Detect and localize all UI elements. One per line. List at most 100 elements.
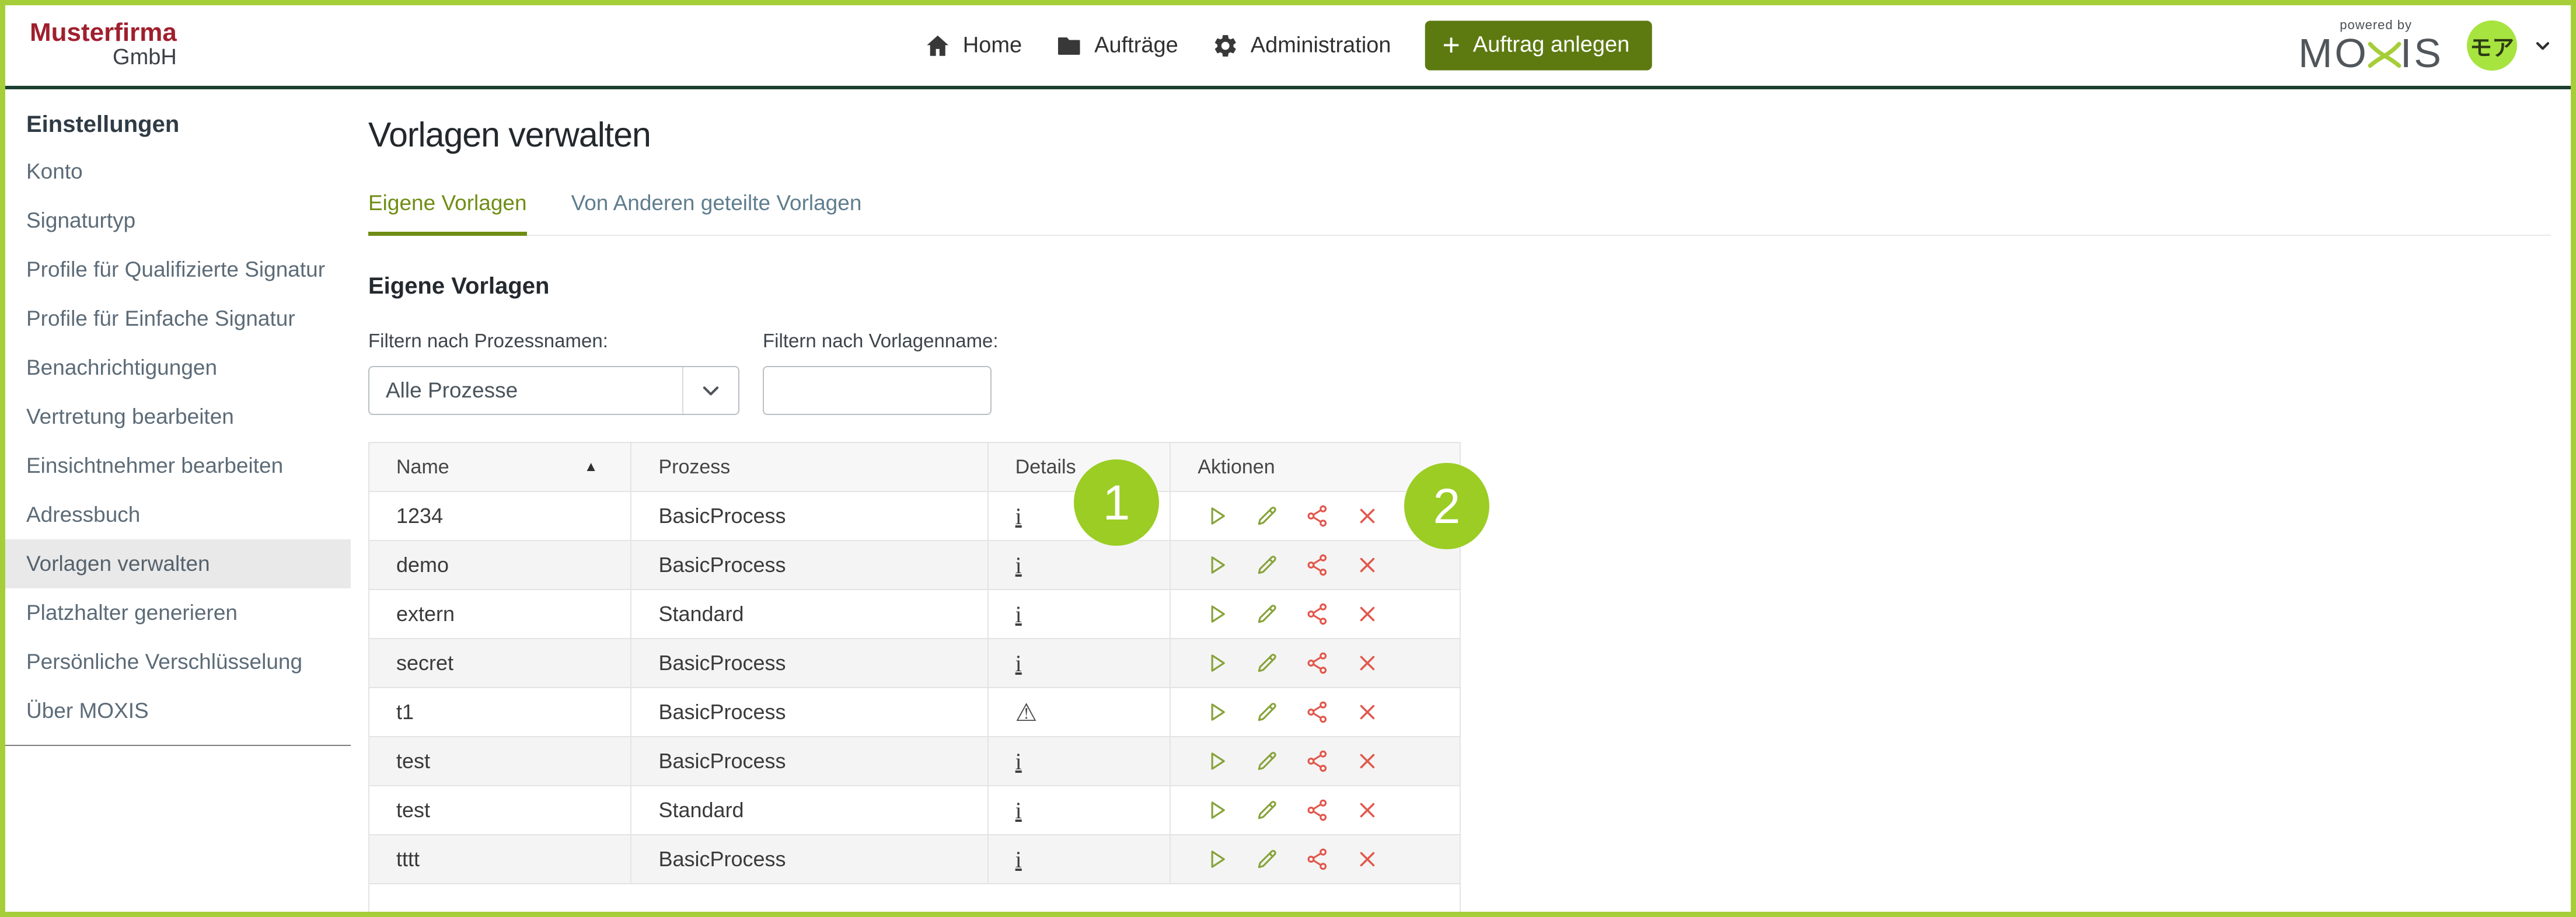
- cell-details: i: [988, 786, 1171, 835]
- share-template-icon[interactable]: [1305, 602, 1329, 626]
- folder-icon: [1056, 32, 1083, 59]
- cell-process: BasicProcess: [631, 639, 987, 688]
- delete-template-icon[interactable]: [1355, 749, 1380, 773]
- run-template-icon[interactable]: [1205, 602, 1229, 626]
- cell-process: Standard: [631, 786, 987, 835]
- cell-process: BasicProcess: [631, 541, 987, 590]
- table-row: tttt BasicProcess i: [369, 835, 1460, 884]
- run-template-icon[interactable]: [1205, 700, 1229, 724]
- info-icon[interactable]: i: [1015, 650, 1022, 677]
- content-row: Einstellungen KontoSignaturtypProfile fü…: [5, 89, 2571, 913]
- table-empty-row: [369, 884, 1460, 917]
- cell-name: secret: [369, 639, 631, 688]
- sidebar-item-adressbuch[interactable]: Adressbuch: [5, 490, 351, 539]
- cell-details: i: [988, 835, 1171, 884]
- sidebar-item-profile-f-r-qualifizierte-signatur[interactable]: Profile für Qualifizierte Signatur: [5, 245, 351, 294]
- annotation-badge-2: 2: [1404, 463, 1489, 549]
- cell-name: test: [369, 786, 631, 835]
- delete-template-icon[interactable]: [1355, 847, 1380, 871]
- nav-home[interactable]: Home: [924, 32, 1022, 59]
- user-menu-chevron-icon[interactable]: [2532, 35, 2553, 56]
- info-icon[interactable]: i: [1015, 797, 1022, 824]
- tab-geteilte-vorlagen[interactable]: Von Anderen geteilte Vorlagen: [571, 191, 862, 236]
- edit-template-icon[interactable]: [1255, 749, 1279, 773]
- sidebar-item--ber-moxis[interactable]: Über MOXIS: [5, 686, 351, 735]
- info-icon[interactable]: i: [1015, 503, 1022, 529]
- create-order-button[interactable]: + Auftrag anlegen: [1425, 21, 1652, 71]
- sidebar-item-benachrichtigungen[interactable]: Benachrichtigungen: [5, 343, 351, 392]
- column-header-name[interactable]: Name ▲: [369, 442, 631, 491]
- share-template-icon[interactable]: [1305, 553, 1329, 577]
- settings-sidebar: Einstellungen KontoSignaturtypProfile fü…: [5, 89, 351, 913]
- nav-home-label: Home: [963, 33, 1022, 58]
- cell-details: i: [988, 737, 1171, 786]
- delete-template-icon[interactable]: [1355, 504, 1380, 528]
- template-name-filter-input[interactable]: [763, 366, 992, 415]
- gear-icon: [1212, 32, 1239, 59]
- run-template-icon[interactable]: [1205, 847, 1229, 871]
- cell-process: BasicProcess: [631, 737, 987, 786]
- home-icon: [924, 32, 951, 59]
- sidebar-item-pers-nliche-verschl-sselung[interactable]: Persönliche Verschlüsselung: [5, 637, 351, 686]
- share-template-icon[interactable]: [1305, 651, 1329, 675]
- sidebar-item-signaturtyp[interactable]: Signaturtyp: [5, 196, 351, 245]
- brand-x-icon: [2366, 40, 2403, 70]
- cell-process: BasicProcess: [631, 688, 987, 737]
- sidebar-item-vorlagen-verwalten[interactable]: Vorlagen verwalten: [5, 539, 351, 588]
- moxis-wordmark-mo: MO: [2298, 33, 2369, 74]
- cell-name: 1234: [369, 491, 631, 541]
- delete-template-icon[interactable]: [1355, 651, 1380, 675]
- cell-name: extern: [369, 590, 631, 639]
- edit-template-icon[interactable]: [1255, 847, 1279, 871]
- info-icon[interactable]: i: [1015, 748, 1022, 775]
- process-filter-select[interactable]: Alle Prozesse: [368, 366, 739, 415]
- tab-bar: Eigene Vorlagen Von Anderen geteilte Vor…: [368, 191, 2551, 236]
- nav-administration[interactable]: Administration: [1212, 32, 1391, 59]
- tab-eigene-vorlagen[interactable]: Eigene Vorlagen: [368, 191, 527, 236]
- run-template-icon[interactable]: [1205, 553, 1229, 577]
- sidebar-item-vertretung-bearbeiten[interactable]: Vertretung bearbeiten: [5, 392, 351, 441]
- edit-template-icon[interactable]: [1255, 700, 1279, 724]
- share-template-icon[interactable]: [1305, 749, 1329, 773]
- delete-template-icon[interactable]: [1355, 553, 1380, 577]
- share-template-icon[interactable]: [1305, 847, 1329, 871]
- info-icon[interactable]: i: [1015, 846, 1022, 873]
- delete-template-icon[interactable]: [1355, 602, 1380, 626]
- sidebar-item-list: KontoSignaturtypProfile für Qualifiziert…: [5, 147, 351, 735]
- share-template-icon[interactable]: [1305, 700, 1329, 724]
- share-template-icon[interactable]: [1305, 798, 1329, 822]
- delete-template-icon[interactable]: [1355, 798, 1380, 822]
- edit-template-icon[interactable]: [1255, 798, 1279, 822]
- process-filter-value: Alle Prozesse: [369, 378, 682, 403]
- nav-auftraege[interactable]: Aufträge: [1056, 32, 1178, 59]
- info-icon[interactable]: i: [1015, 601, 1022, 627]
- edit-template-icon[interactable]: [1255, 602, 1279, 626]
- edit-template-icon[interactable]: [1255, 504, 1279, 528]
- table-header-row: Name ▲ Prozess Details Aktionen: [369, 442, 1460, 491]
- cell-process: BasicProcess: [631, 491, 987, 541]
- company-logo-line2: GmbH: [30, 46, 177, 68]
- share-template-icon[interactable]: [1305, 504, 1329, 528]
- run-template-icon[interactable]: [1205, 651, 1229, 675]
- sidebar-item-konto[interactable]: Konto: [5, 147, 351, 196]
- warning-icon[interactable]: ⚠: [1015, 699, 1038, 726]
- table-row: t1 BasicProcess ⚠: [369, 688, 1460, 737]
- column-header-prozess[interactable]: Prozess: [631, 442, 987, 491]
- user-avatar[interactable]: モア: [2467, 20, 2517, 71]
- edit-template-icon[interactable]: [1255, 651, 1279, 675]
- sidebar-item-platzhalter-generieren[interactable]: Platzhalter generieren: [5, 588, 351, 637]
- delete-template-icon[interactable]: [1355, 700, 1380, 724]
- cell-actions: [1170, 737, 1460, 786]
- info-icon[interactable]: i: [1015, 552, 1022, 578]
- name-filter-label: Filtern nach Vorlagenname:: [763, 330, 999, 352]
- edit-template-icon[interactable]: [1255, 553, 1279, 577]
- run-template-icon[interactable]: [1205, 798, 1229, 822]
- run-template-icon[interactable]: [1205, 504, 1229, 528]
- sidebar-item-profile-f-r-einfache-signatur[interactable]: Profile für Einfache Signatur: [5, 294, 351, 343]
- app-header: Musterfirma GmbH Home Aufträge Administr…: [5, 5, 2571, 89]
- run-template-icon[interactable]: [1205, 749, 1229, 773]
- sidebar-item-einsichtnehmer-bearbeiten[interactable]: Einsichtnehmer bearbeiten: [5, 441, 351, 490]
- moxis-wordmark: MO IS: [2298, 33, 2444, 74]
- cell-details: i: [988, 639, 1171, 688]
- process-filter-label: Filtern nach Prozessnamen:: [368, 330, 739, 352]
